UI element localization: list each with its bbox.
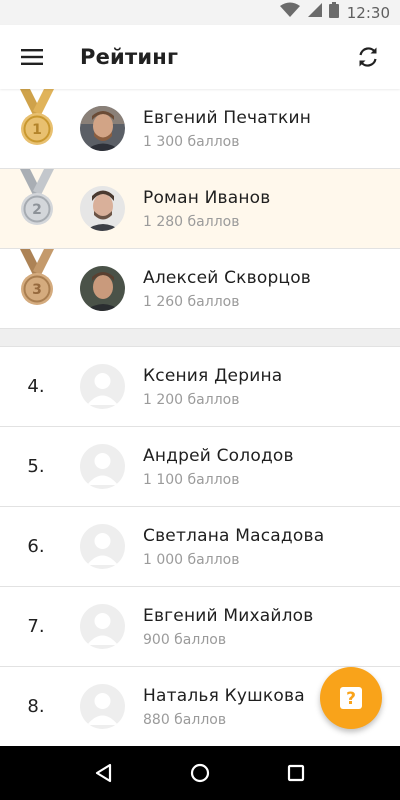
player-score: 1 200 баллов [143, 391, 240, 408]
home-button[interactable] [176, 749, 224, 797]
player-name: Светлана Масадова [143, 525, 325, 546]
leaderboard-row-4[interactable]: 4. Ксения Дерина 1 200 баллов [0, 347, 400, 427]
status-time: 12:30 [346, 3, 390, 22]
leaderboard-row-3[interactable]: 3 Алексей Скворцов 1 260 баллов [0, 248, 400, 329]
rank-cell: 4. [0, 347, 76, 427]
rank-number: 5. [27, 456, 45, 477]
player-name: Наталья Кушкова [143, 685, 305, 706]
avatar [80, 266, 125, 311]
avatar-placeholder-icon [80, 684, 125, 729]
rank-cell: 5. [0, 427, 76, 507]
leaderboard-row-2[interactable]: 2 Роман Иванов 1 280 баллов [0, 168, 400, 249]
battery-icon [328, 2, 339, 23]
status-bar: 12:30 [0, 0, 400, 25]
avatar-placeholder-icon [80, 444, 125, 489]
signal-icon [307, 2, 323, 23]
rank-cell: 2 [0, 168, 76, 249]
help-fab-button[interactable]: ? [320, 667, 382, 729]
section-divider [0, 329, 400, 347]
rank-cell: 7. [0, 587, 76, 667]
home-icon [190, 763, 210, 783]
player-name: Алексей Скворцов [143, 267, 312, 288]
svg-text:3: 3 [32, 282, 42, 298]
avatar-placeholder-icon [80, 604, 125, 649]
player-name: Андрей Солодов [143, 445, 294, 466]
bronze-medal-icon: 3 [20, 248, 54, 305]
rank-number: 6. [27, 536, 45, 557]
rank-number: 8. [27, 696, 45, 717]
refresh-icon [359, 47, 377, 67]
leaderboard-row-1[interactable]: 1 Евгений Печаткин 1 300 баллов [0, 89, 400, 169]
menu-button[interactable] [0, 25, 64, 89]
player-score: 900 баллов [143, 631, 227, 648]
back-icon [95, 763, 112, 783]
avatar-placeholder-icon [80, 524, 125, 569]
help-question-icon: ? [340, 687, 362, 709]
rank-number: 7. [27, 616, 45, 637]
leaderboard-row-7[interactable]: 7. Евгений Михайлов 900 баллов [0, 587, 400, 667]
player-name: Роман Иванов [143, 187, 271, 208]
page-title: Рейтинг [80, 45, 179, 69]
silver-medal-icon: 2 [20, 168, 54, 225]
svg-text:?: ? [346, 689, 356, 709]
recents-icon [287, 764, 305, 782]
player-name: Евгений Печаткин [143, 107, 312, 128]
app-bar: Рейтинг [0, 25, 400, 89]
player-name: Евгений Михайлов [143, 605, 314, 626]
player-score: 880 баллов [143, 711, 227, 728]
leaderboard-list: 1 Евгений Печаткин 1 300 баллов 2 Роман … [0, 89, 400, 746]
player-score: 1 000 баллов [143, 551, 240, 568]
back-button[interactable] [80, 749, 128, 797]
rank-cell: 1 [0, 89, 76, 169]
gold-medal-icon: 1 [20, 89, 54, 145]
player-score: 1 300 баллов [143, 133, 240, 150]
refresh-button[interactable] [348, 37, 388, 77]
avatar [80, 106, 125, 151]
hamburger-menu-icon [21, 49, 43, 65]
svg-text:1: 1 [32, 122, 42, 138]
avatar [80, 186, 125, 231]
recents-button[interactable] [272, 749, 320, 797]
player-score: 1 280 баллов [143, 213, 240, 230]
avatar-placeholder-icon [80, 364, 125, 409]
wifi-icon [279, 2, 301, 23]
rank-number: 4. [27, 376, 45, 397]
rank-cell: 8. [0, 667, 76, 747]
svg-text:2: 2 [32, 202, 42, 218]
player-score: 1 100 баллов [143, 471, 240, 488]
rank-cell: 3 [0, 248, 76, 329]
system-nav-bar [0, 746, 400, 800]
leaderboard-row-6[interactable]: 6. Светлана Масадова 1 000 баллов [0, 507, 400, 587]
player-score: 1 260 баллов [143, 293, 240, 310]
leaderboard-row-5[interactable]: 5. Андрей Солодов 1 100 баллов [0, 427, 400, 507]
player-name: Ксения Дерина [143, 365, 283, 386]
rank-cell: 6. [0, 507, 76, 587]
